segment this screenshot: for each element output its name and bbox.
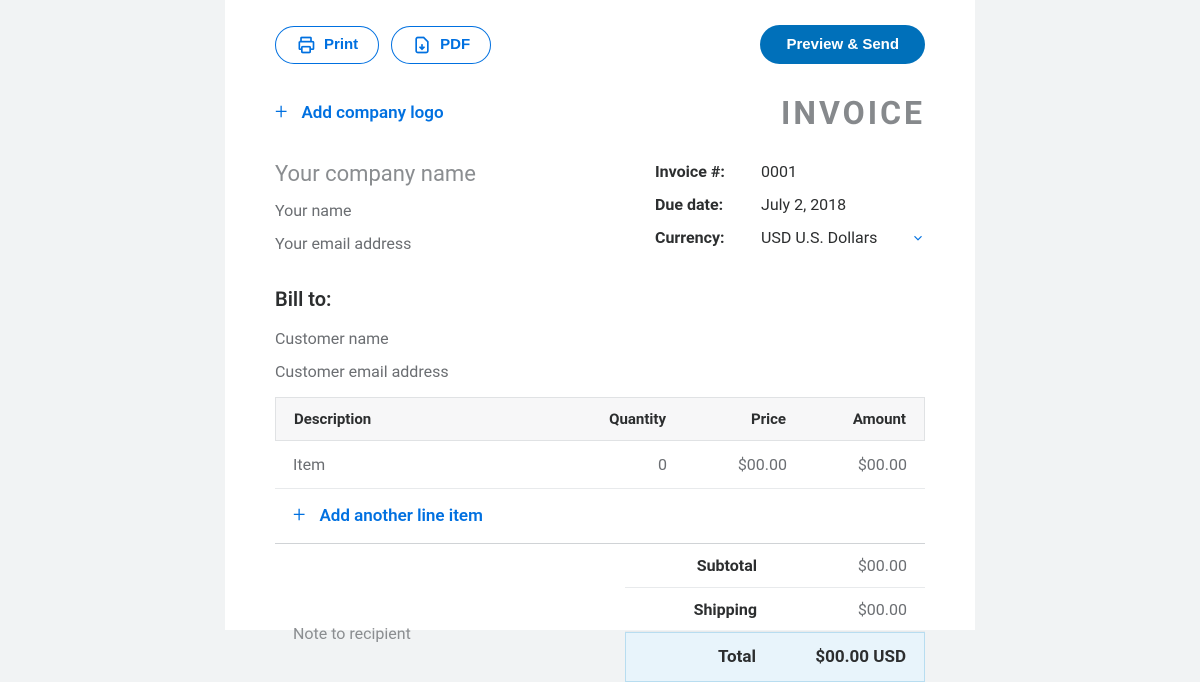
shipping-label: Shipping [643, 600, 787, 619]
header-price: Price [666, 410, 786, 428]
customer-email-field[interactable]: Customer email address [275, 362, 925, 381]
subtotal-row: Subtotal $00.00 [625, 544, 925, 588]
item-price-field[interactable]: $00.00 [667, 455, 787, 474]
invoice-number-row: Invoice #: 0001 [655, 162, 925, 181]
your-name-field[interactable]: Your name [275, 201, 615, 220]
add-line-label: Add another line item [319, 506, 482, 526]
item-description-field[interactable]: Item [293, 455, 577, 474]
details-row: Your company name Your name Your email a… [275, 162, 925, 267]
table-header: Description Quantity Price Amount [275, 397, 925, 441]
meta-column: Invoice #: 0001 Due date: July 2, 2018 C… [655, 162, 925, 267]
print-icon [296, 35, 316, 55]
subtotal-label: Subtotal [643, 556, 787, 575]
currency-label: Currency: [655, 228, 743, 247]
pdf-button[interactable]: PDF [391, 26, 491, 64]
shipping-value: $00.00 [787, 600, 907, 619]
company-column: Your company name Your name Your email a… [275, 162, 615, 267]
header-amount: Amount [786, 410, 906, 428]
print-label: Print [324, 36, 358, 53]
header-quantity: Quantity [576, 410, 666, 428]
add-company-logo-button[interactable]: + Add company logo [275, 102, 444, 124]
plus-icon: + [293, 505, 305, 527]
totals-column: Subtotal $00.00 Shipping $00.00 Total $0… [625, 544, 925, 682]
your-email-field[interactable]: Your email address [275, 234, 615, 253]
subtotal-value: $00.00 [787, 556, 907, 575]
due-date-field[interactable]: July 2, 2018 [761, 195, 925, 214]
pdf-label: PDF [440, 36, 470, 53]
invoice-number-field[interactable]: 0001 [761, 162, 925, 181]
left-actions: Print PDF [275, 26, 491, 64]
totals-section: Note to recipient Subtotal $00.00 Shippi… [275, 544, 925, 682]
add-logo-label: Add company logo [301, 103, 443, 123]
top-actions-bar: Print PDF Preview & Send [275, 25, 925, 64]
company-name-field[interactable]: Your company name [275, 162, 615, 187]
table-row: Item 0 $00.00 $00.00 [275, 441, 925, 489]
add-line-item-button[interactable]: + Add another line item [275, 489, 501, 543]
customer-name-field[interactable]: Customer name [275, 329, 925, 348]
note-column: Note to recipient [275, 544, 625, 682]
logo-row: + Add company logo INVOICE [275, 94, 925, 132]
pdf-icon [412, 35, 432, 55]
line-items-table: Description Quantity Price Amount Item 0… [275, 397, 925, 544]
print-button[interactable]: Print [275, 26, 379, 64]
item-amount-value: $00.00 [787, 455, 907, 474]
item-quantity-field[interactable]: 0 [577, 455, 667, 474]
grand-total-row: Total $00.00 USD [625, 632, 925, 682]
total-label: Total [644, 647, 786, 667]
note-field[interactable]: Note to recipient [275, 624, 625, 643]
invoice-title: INVOICE [781, 94, 925, 132]
currency-row: Currency: USD U.S. Dollars [655, 228, 925, 247]
invoice-page: Print PDF Preview & Send + Add company l… [225, 0, 975, 630]
preview-send-button[interactable]: Preview & Send [760, 25, 925, 64]
currency-select[interactable]: USD U.S. Dollars [761, 228, 925, 247]
total-value: $00.00 USD [786, 647, 906, 667]
invoice-number-label: Invoice #: [655, 162, 743, 181]
chevron-down-icon[interactable] [911, 231, 925, 245]
due-date-row: Due date: July 2, 2018 [655, 195, 925, 214]
header-description: Description [294, 410, 576, 428]
shipping-row: Shipping $00.00 [625, 588, 925, 632]
due-date-label: Due date: [655, 195, 743, 214]
bill-to-heading: Bill to: [275, 287, 925, 311]
plus-icon: + [275, 102, 287, 124]
